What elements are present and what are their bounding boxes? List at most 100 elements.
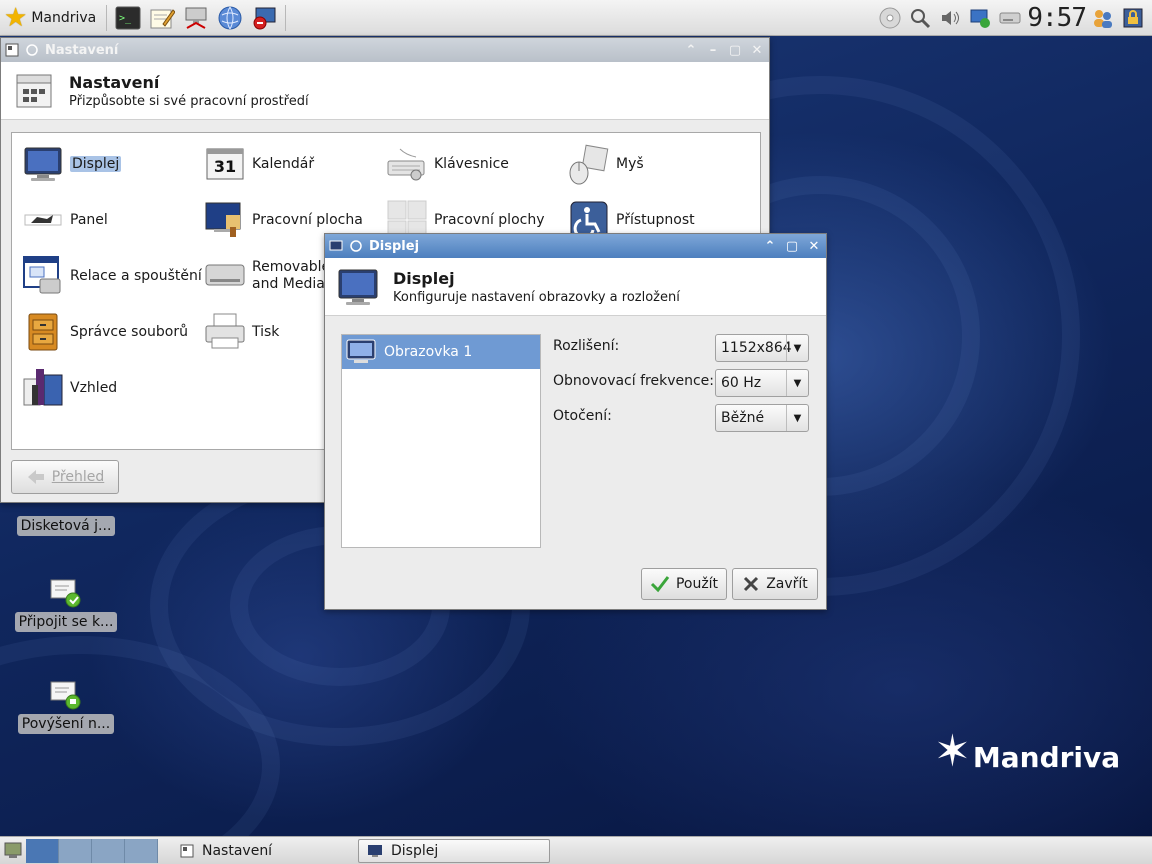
workspace-1[interactable]	[26, 838, 59, 863]
workspace-2[interactable]	[59, 838, 92, 863]
settings-item-calendar[interactable]: 31 Kalendář	[204, 139, 384, 189]
shade-button[interactable]: ⌃	[762, 238, 778, 254]
show-desktop-icon[interactable]	[3, 840, 23, 860]
settings-item-appearance[interactable]: Vzhled	[22, 363, 202, 413]
chevron-down-icon: ▼	[786, 370, 808, 396]
keyboard-icon	[387, 148, 425, 181]
file-manager-icon	[28, 313, 58, 351]
workspace-3[interactable]	[92, 838, 125, 863]
settings-item-label: Kalendář	[252, 156, 315, 172]
star-logo-icon: ✶	[934, 726, 971, 777]
network-tool-icon	[185, 7, 207, 29]
settings-item-label: Displej	[70, 156, 122, 172]
network-status-icon	[970, 9, 991, 28]
svg-text:>_: >_	[119, 13, 132, 24]
system-tray: 9:57	[877, 0, 1152, 36]
settings-item-panel[interactable]: Panel	[22, 195, 202, 245]
rotation-select[interactable]: Běžné ▼	[715, 404, 809, 432]
remote-desktop-launcher[interactable]	[249, 3, 279, 33]
close-button[interactable]: ✕	[806, 238, 822, 254]
settings-header: Nastavení Přizpůsobte si své pracovní pr…	[1, 62, 769, 120]
maximize-button[interactable]: ▢	[784, 238, 800, 254]
refresh-rate-select[interactable]: 60 Hz ▼	[715, 369, 809, 397]
window-menu-icon[interactable]	[5, 43, 19, 57]
desktop-icon-floppy[interactable]: Disketová j...	[11, 512, 121, 536]
refresh-rate-label: Obnovovací frekvence:	[553, 373, 714, 389]
shade-button[interactable]: ⌃	[683, 42, 699, 58]
chevron-down-icon: ▼	[786, 405, 808, 431]
settings-item-label: Klávesnice	[434, 156, 509, 172]
settings-item-mouse[interactable]: Myš	[568, 139, 748, 189]
mandriva-logo: ✶ Mandriva	[934, 726, 1121, 777]
connect-icon	[50, 579, 81, 608]
star-menu-icon: ★	[4, 2, 28, 33]
users-tray-button[interactable]	[1090, 5, 1116, 31]
settings-item-label: Panel	[70, 212, 108, 228]
upgrade-icon	[50, 681, 81, 710]
settings-titlebar[interactable]: Nastavení ⌃ – ▢ ✕	[1, 38, 769, 62]
rotation-label: Otočení:	[553, 408, 612, 424]
monitor-icon	[346, 339, 376, 363]
apply-button[interactable]: Použít	[641, 568, 727, 600]
panel-icon	[24, 214, 62, 226]
overview-button[interactable]: Přehled	[11, 460, 119, 494]
minimize-button[interactable]: –	[705, 42, 721, 58]
settings-item-display[interactable]: Displej	[22, 139, 202, 189]
volume-tray-button[interactable]	[937, 5, 963, 31]
volume-icon	[942, 11, 960, 25]
disc-tray-button[interactable]	[877, 5, 903, 31]
task-button-settings[interactable]: Nastavení	[172, 839, 358, 863]
browser-globe-icon	[218, 6, 242, 29]
desktop-icon-upgrade[interactable]: Povýšení n...	[11, 678, 121, 734]
disc-icon	[879, 7, 901, 29]
removable-drive-icon	[205, 264, 245, 286]
workspace-4[interactable]	[125, 838, 158, 863]
close-button[interactable]: ✕	[749, 42, 765, 58]
window-title: Displej	[369, 238, 420, 254]
close-x-icon	[744, 576, 759, 592]
display-titlebar[interactable]: Displej ⌃ ▢ ✕	[325, 234, 826, 258]
network-tray-button[interactable]	[967, 5, 993, 31]
search-icon	[911, 9, 931, 29]
lock-tray-button[interactable]	[1120, 5, 1146, 31]
settings-item-label: Vzhled	[70, 380, 118, 396]
settings-item-label: Myš	[616, 156, 644, 172]
settings-item-session[interactable]: Relace a spouštění	[22, 251, 202, 301]
desktop-icon-connect[interactable]: Připojit se k...	[11, 576, 121, 632]
settings-item-label: Pracovní plochy	[434, 212, 545, 228]
window-menu-icon[interactable]	[329, 239, 343, 253]
remote-desktop-icon	[253, 7, 276, 29]
resolution-select[interactable]: 1152x864 ▼	[715, 334, 809, 362]
mouse-icon	[569, 144, 609, 185]
network-tool-launcher[interactable]	[181, 3, 211, 33]
checkmark-icon	[650, 576, 670, 593]
lock-icon	[1123, 8, 1143, 28]
printer-icon	[205, 313, 245, 349]
drive-icon	[999, 12, 1021, 24]
close-dialog-button[interactable]: Zavřít	[732, 568, 818, 600]
task-button-display[interactable]: Displej	[358, 838, 550, 863]
browser-launcher[interactable]	[215, 3, 245, 33]
settings-item-file-manager[interactable]: Správce souborů	[22, 307, 202, 357]
text-editor-launcher[interactable]	[147, 3, 177, 33]
search-tray-button[interactable]	[907, 5, 933, 31]
settings-item-label: Pracovní plocha	[252, 212, 363, 228]
text-editor-icon	[150, 8, 176, 28]
desktop-icon-label: Připojit se k...	[14, 612, 118, 632]
terminal-launcher[interactable]: >_	[113, 3, 143, 33]
drive-tray-button[interactable]	[997, 5, 1023, 31]
bottom-panel: Nastavení Displej	[0, 836, 1152, 864]
desktop-icon	[205, 202, 241, 237]
clock[interactable]: 9:57	[1027, 3, 1087, 33]
header-subtitle: Přizpůsobte si své pracovní prostředí	[69, 93, 309, 109]
settings-item-label: Správce souborů	[70, 324, 188, 340]
calendar-icon: 31	[206, 148, 244, 180]
panel-separator	[285, 4, 287, 31]
terminal-icon: >_	[115, 6, 141, 29]
maximize-button[interactable]: ▢	[727, 42, 743, 58]
monitor-icon	[24, 147, 62, 181]
window-icon	[180, 844, 194, 857]
monitor-list-item[interactable]: Obrazovka 1	[342, 335, 540, 369]
settings-item-keyboard[interactable]: Klávesnice	[386, 139, 566, 189]
main-menu-button[interactable]: ★ Mandriva	[0, 1, 102, 35]
